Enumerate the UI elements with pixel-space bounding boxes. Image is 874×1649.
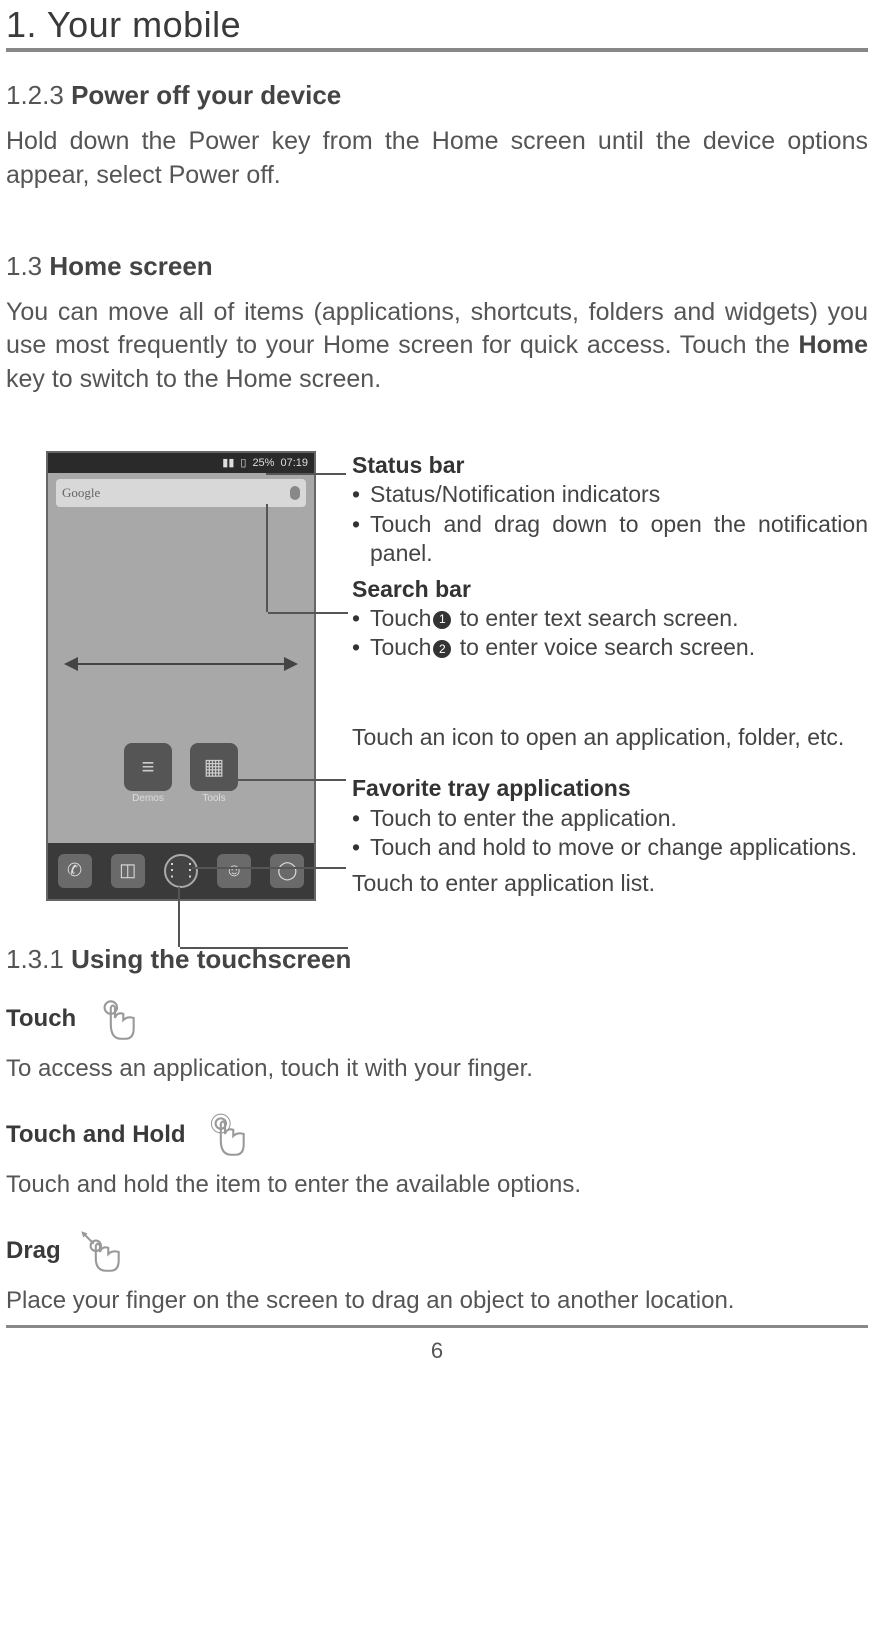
gesture-drag-row: Drag bbox=[6, 1225, 868, 1277]
signal-icon: ▮▮ bbox=[222, 456, 234, 469]
hold-gesture-icon bbox=[200, 1109, 252, 1161]
gesture-label: Drag bbox=[6, 1237, 61, 1265]
gesture-touch-desc: To access an application, touch it with … bbox=[6, 1055, 868, 1083]
leader-line bbox=[178, 887, 180, 947]
paragraph-home-screen: You can move all of items (applications,… bbox=[6, 296, 868, 397]
heading-1-2-3: 1.2.3 Power off your device bbox=[6, 80, 868, 111]
heading-1-3-1: 1.3.1 Using the touchscreen bbox=[6, 944, 868, 975]
marker-1-icon: 1 bbox=[433, 611, 451, 629]
gesture-label: Touch bbox=[6, 1005, 76, 1033]
mic-icon bbox=[290, 486, 300, 500]
callout-favorite-tray: Favorite tray applications Touch to ente… bbox=[352, 774, 868, 862]
callout-search-bar: Search bar Touch1 to enter text search s… bbox=[352, 575, 868, 663]
touch-gesture-icon bbox=[90, 993, 142, 1045]
page-number: 6 bbox=[6, 1328, 868, 1374]
swipe-arrow-icon bbox=[66, 663, 296, 665]
gesture-hold-row: Touch and Hold bbox=[6, 1109, 868, 1161]
phone-search-bar: Google bbox=[56, 479, 306, 507]
phone-dock: ✆ ◫ ⋮⋮ ☺ ◯ bbox=[48, 843, 314, 899]
gesture-touch-row: Touch bbox=[6, 993, 868, 1045]
demos-icon: ≡ bbox=[124, 743, 172, 791]
browser-icon: ◯ bbox=[270, 854, 304, 888]
phone-icon: ✆ bbox=[58, 854, 92, 888]
leader-line bbox=[192, 867, 346, 869]
phone-status-bar: ▮▮ ▯ 25% 07:19 bbox=[48, 453, 314, 473]
messaging-icon: ☺ bbox=[217, 854, 251, 888]
gesture-drag-desc: Place your finger on the screen to drag … bbox=[6, 1287, 868, 1315]
heading-number: 1.2.3 bbox=[6, 80, 64, 110]
tools-icon: ▦ bbox=[190, 743, 238, 791]
home-screen-diagram: ▮▮ ▯ 25% 07:19 Google ≡ Demos ▦ Tools bbox=[6, 437, 868, 904]
heading-number: 1.3 bbox=[6, 251, 42, 281]
heading-text: Power off your device bbox=[71, 80, 341, 110]
battery-icon: ▯ bbox=[240, 456, 246, 469]
contacts-icon: ◫ bbox=[111, 854, 145, 888]
callout-icon: Touch an icon to open an application, fo… bbox=[352, 723, 868, 752]
page-title: 1. Your mobile bbox=[6, 4, 868, 52]
callout-app-list: Touch to enter application list. bbox=[352, 869, 868, 898]
gesture-hold-desc: Touch and hold the item to enter the ava… bbox=[6, 1171, 868, 1199]
heading-1-3: 1.3 Home screen bbox=[6, 251, 868, 282]
leader-line bbox=[266, 473, 346, 475]
marker-2-icon: 2 bbox=[433, 640, 451, 658]
battery-percent: 25% bbox=[252, 457, 274, 469]
leader-line bbox=[204, 779, 346, 781]
callout-status-bar: Status bar Status/Notification indicator… bbox=[352, 451, 868, 569]
heading-text: Home screen bbox=[49, 251, 212, 281]
search-placeholder: Google bbox=[62, 485, 100, 501]
gesture-label: Touch and Hold bbox=[6, 1121, 186, 1149]
drag-gesture-icon bbox=[75, 1225, 127, 1277]
paragraph-power-off: Hold down the Power key from the Home sc… bbox=[6, 125, 868, 193]
clock-text: 07:19 bbox=[280, 457, 308, 469]
phone-mid-icons: ≡ Demos ▦ Tools bbox=[48, 743, 314, 804]
heading-number: 1.3.1 bbox=[6, 944, 64, 974]
apps-icon: ⋮⋮ bbox=[164, 854, 198, 888]
leader-line bbox=[266, 504, 346, 612]
